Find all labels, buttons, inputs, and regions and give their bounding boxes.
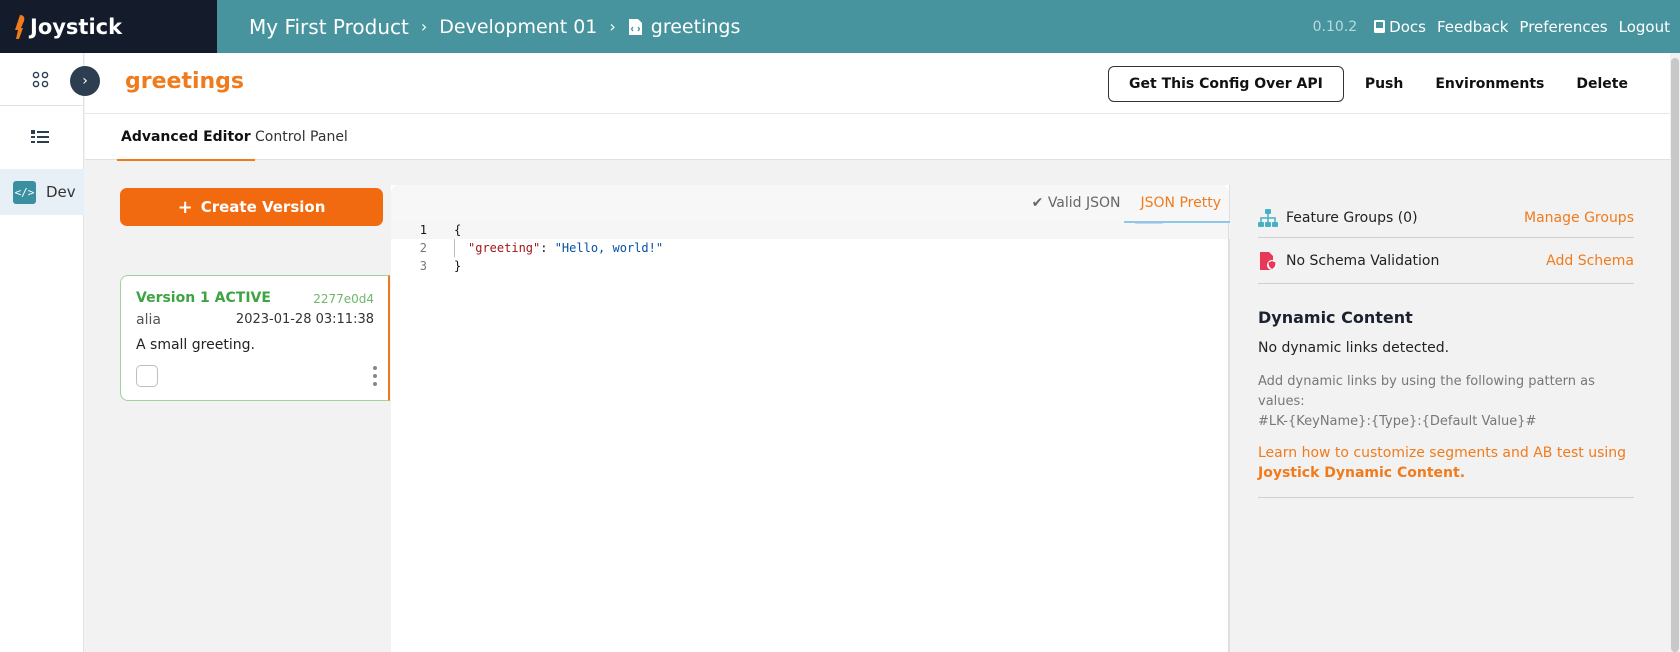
breadcrumb-environment[interactable]: Development 01: [439, 16, 597, 38]
feature-groups-label: Feature Groups (0): [1286, 209, 1418, 226]
file-code-icon: [628, 18, 642, 35]
code-area[interactable]: 1 { 2 "greeting": "Hello, world!" 3 }: [391, 221, 1230, 275]
apps-grid-icon[interactable]: [32, 71, 49, 88]
version-date: 2023-01-28 03:11:38: [235, 312, 374, 327]
dynamic-content-help: Add dynamic links by using the following…: [1258, 372, 1634, 432]
breadcrumb: My First Product › Development 01 › gree…: [217, 15, 740, 39]
tab-bar: Advanced Editor Control Panel: [85, 114, 1670, 161]
json-value: "Hello, world!": [554, 241, 664, 255]
dynamic-content-learn-link[interactable]: Learn how to customize segments and AB t…: [1258, 443, 1634, 483]
breadcrumb-config[interactable]: greetings: [651, 16, 741, 38]
left-rail: </> Dev: [0, 53, 84, 652]
dynamic-content-status: No dynamic links detected.: [1258, 340, 1450, 356]
line-number: 1: [419, 223, 427, 237]
create-version-button[interactable]: + Create Version: [120, 188, 383, 226]
kebab-menu-icon[interactable]: [372, 366, 378, 386]
chevron-right-icon: ›: [82, 73, 88, 89]
learn-link-line: Learn how to customize segments and AB t…: [1258, 445, 1627, 461]
version-description: A small greeting.: [136, 337, 255, 353]
delete-button[interactable]: Delete: [1576, 76, 1628, 92]
editor-focus-bar: [1124, 221, 1230, 223]
version-hash: 2277e0d4: [313, 292, 374, 306]
app-name: Joystick: [30, 14, 123, 39]
code-text: "greeting": "Hello, world!": [468, 239, 663, 257]
feedback-link[interactable]: Feedback: [1437, 18, 1508, 36]
indent-guide: [454, 239, 455, 257]
sidebar-item-dev[interactable]: </> Dev: [0, 169, 84, 215]
feature-groups-row: Feature Groups (0) Manage Groups: [1258, 198, 1634, 238]
app-version: 0.10.2: [1312, 18, 1358, 35]
chevron-right-icon: ›: [609, 17, 616, 36]
json-colon: :: [540, 241, 555, 255]
schema-row: No Schema Validation Add Schema: [1258, 238, 1634, 284]
version-card[interactable]: Version 1 ACTIVE 2277e0d4 alia 2023-01-2…: [120, 275, 390, 401]
logout-link[interactable]: Logout: [1619, 18, 1670, 36]
sitemap-icon: [1258, 208, 1278, 227]
valid-json-indicator: ✔ Valid JSON: [1031, 195, 1121, 211]
joystick-logo-icon: [15, 14, 25, 39]
code-line: 1 {: [391, 221, 1230, 239]
tab-advanced-editor[interactable]: Advanced Editor: [117, 129, 255, 161]
code-line: 2 "greeting": "Hello, world!": [391, 239, 1230, 257]
docs-label: Docs: [1389, 17, 1426, 36]
plus-icon: +: [177, 196, 193, 218]
breadcrumb-product[interactable]: My First Product: [249, 15, 409, 39]
manage-groups-link[interactable]: Manage Groups: [1524, 210, 1634, 226]
file-shield-icon: [1260, 251, 1277, 270]
logo[interactable]: Joystick: [0, 0, 217, 53]
dynamic-help-line: Add dynamic links by using the following…: [1258, 374, 1595, 409]
top-bar: Joystick My First Product › Development …: [0, 0, 1680, 53]
code-icon: </>: [13, 180, 36, 204]
list-icon[interactable]: [31, 129, 49, 145]
version-checkbox[interactable]: [136, 365, 158, 387]
get-config-api-button[interactable]: Get This Config Over API: [1108, 66, 1344, 102]
code-text: }: [454, 259, 462, 273]
schema-label: No Schema Validation: [1286, 252, 1440, 269]
page-title: greetings: [125, 69, 245, 94]
sidebar-expand-button[interactable]: ›: [70, 66, 100, 96]
divider: [1258, 497, 1634, 498]
add-schema-link[interactable]: Add Schema: [1546, 253, 1634, 269]
editor-scrollbar[interactable]: [1228, 221, 1229, 652]
docs-link[interactable]: Docs: [1374, 18, 1426, 36]
page-scrollbar-thumb[interactable]: [1671, 58, 1679, 652]
dynamic-help-pattern: #LK-{KeyName}:{Type}:{Default Value}#: [1258, 414, 1537, 429]
editor-toolbar: ✔ Valid JSON JSON Pretty: [391, 185, 1229, 221]
book-icon: [1374, 20, 1386, 33]
json-editor[interactable]: ✔ Valid JSON JSON Pretty 1 { 2 "greeting…: [391, 185, 1230, 652]
tab-control-panel[interactable]: Control Panel: [255, 129, 348, 145]
push-button[interactable]: Push: [1365, 76, 1404, 92]
json-pretty-button[interactable]: JSON Pretty: [1141, 195, 1221, 211]
version-author: alia: [136, 312, 161, 328]
line-number: 2: [419, 241, 427, 255]
version-title: Version 1 ACTIVE: [136, 290, 271, 306]
code-line: 3 }: [391, 257, 1230, 275]
dynamic-content-title: Dynamic Content: [1258, 308, 1413, 327]
page-header: greetings Get This Config Over API Push …: [85, 53, 1670, 114]
learn-link-bold: Joystick Dynamic Content.: [1258, 465, 1466, 481]
code-text: {: [454, 223, 462, 237]
preferences-link[interactable]: Preferences: [1519, 18, 1607, 36]
line-number: 3: [419, 259, 427, 273]
chevron-right-icon: ›: [420, 17, 428, 36]
side-panel: Feature Groups (0) Manage Groups No Sche…: [1258, 198, 1634, 498]
environments-button[interactable]: Environments: [1435, 76, 1544, 92]
sidebar-item-label: Dev: [46, 183, 76, 201]
create-version-label: Create Version: [200, 198, 326, 216]
json-key: "greeting": [468, 241, 541, 255]
